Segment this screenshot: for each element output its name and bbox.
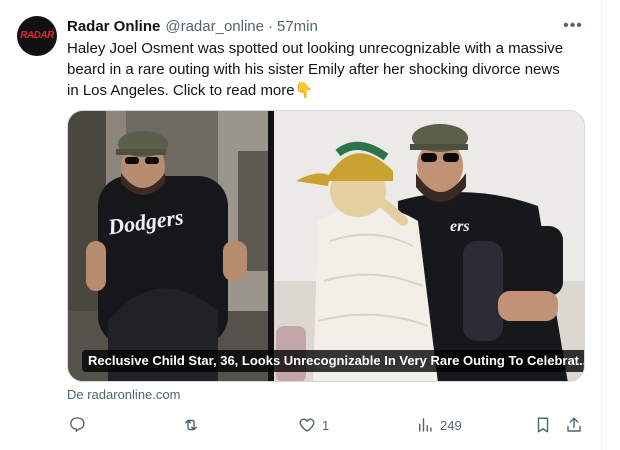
link-source[interactable]: De radaronline.com: [67, 387, 180, 402]
reply-button[interactable]: [68, 412, 92, 438]
bar-chart-icon: [419, 418, 432, 432]
views-count: 249: [440, 417, 462, 433]
radar-logo: RADAR: [20, 30, 54, 41]
link-card-media[interactable]: Dodgers ers Reclusive Child Star, 36, Lo…: [67, 110, 585, 382]
bookmark-button[interactable]: [534, 412, 552, 438]
tweet-text-line: beard in a rare outing with his sister E…: [67, 61, 560, 78]
retweet-icon: [185, 419, 197, 431]
tweet-timestamp[interactable]: 57min: [277, 18, 318, 35]
svg-text:ers: ers: [450, 218, 470, 235]
heart-icon: [299, 418, 315, 432]
action-bar: 1 249: [60, 412, 590, 438]
like-button[interactable]: 1: [298, 412, 329, 438]
tweet-text-line: in Los Angeles. Click to read more👇: [67, 80, 587, 101]
pointing-down-emoji: 👇: [294, 82, 314, 99]
bookmark-icon: [537, 417, 549, 433]
account-name[interactable]: Radar Online: [67, 18, 160, 35]
retweet-button[interactable]: [182, 412, 206, 438]
share-button[interactable]: [565, 412, 583, 438]
views-button[interactable]: 249: [416, 412, 462, 438]
tweet-text-segment: in Los Angeles. Click to read more: [67, 82, 295, 99]
link-card-caption[interactable]: Reclusive Child Star, 36, Looks Unrecogn…: [82, 350, 584, 372]
separator-dot: ·: [267, 17, 273, 35]
like-count: 1: [322, 417, 330, 433]
tweet-card[interactable]: RADAR Radar Online @radar_online · 57min…: [0, 0, 602, 450]
more-options-button[interactable]: •••: [560, 15, 586, 37]
avatar[interactable]: RADAR: [17, 16, 57, 56]
share-icon: [567, 417, 581, 432]
more-icon: •••: [563, 17, 583, 34]
tweet-header: Radar Online @radar_online · 57min: [67, 15, 318, 37]
news-photo: Dodgers ers: [68, 111, 584, 381]
account-handle[interactable]: @radar_online: [165, 18, 264, 35]
tweet-text: Haley Joel Osment was spotted out lookin…: [67, 38, 587, 101]
tweet-text-line: Haley Joel Osment was spotted out lookin…: [67, 40, 564, 57]
reply-icon: [70, 417, 85, 433]
